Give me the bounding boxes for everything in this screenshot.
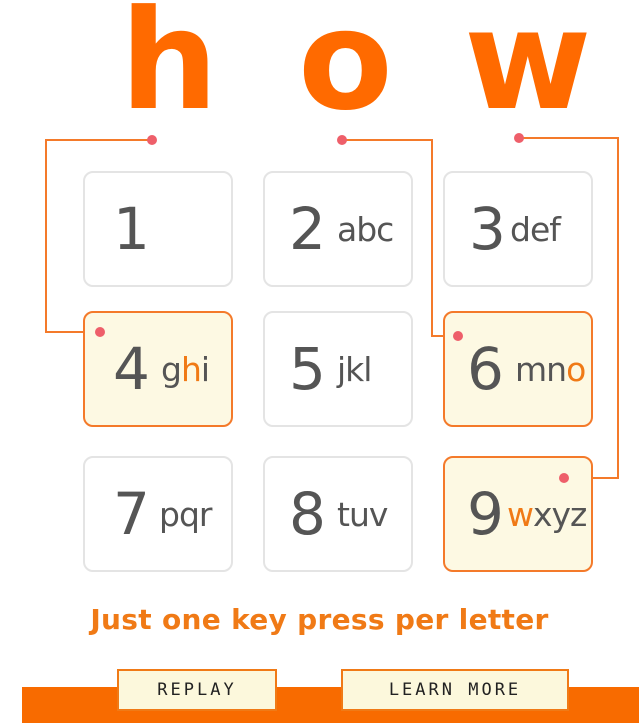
key-letters: pqr [159, 495, 212, 534]
key-digit: 6 [467, 335, 504, 403]
key-letters: def [510, 210, 561, 249]
marker-dot-key-6 [453, 331, 463, 341]
tagline: Just one key press per letter [90, 603, 549, 636]
key-4[interactable]: 4 ghi [83, 311, 233, 427]
marker-dot-key-4 [95, 327, 105, 337]
key-1[interactable]: 1 [83, 171, 233, 287]
key-digit: 1 [113, 195, 150, 263]
key-9[interactable]: 9 wxyz [443, 456, 593, 572]
marker-dot-h [147, 135, 157, 145]
learn-more-button[interactable]: LEARN MORE [341, 669, 569, 711]
key-letters: ghi [161, 350, 210, 389]
key-8[interactable]: 8 tuv [263, 456, 413, 572]
key-digit: 2 [289, 195, 326, 263]
key-5[interactable]: 5 jkl [263, 311, 413, 427]
key-digit: 3 [469, 195, 506, 263]
key-digit: 4 [113, 335, 150, 403]
key-digit: 9 [467, 480, 504, 548]
key-letters: tuv [337, 495, 388, 534]
marker-dot-o [337, 135, 347, 145]
key-digit: 8 [289, 480, 326, 548]
marker-dot-w [514, 133, 524, 143]
key-letters: wxyz [507, 495, 587, 534]
key-3[interactable]: 3 def [443, 171, 593, 287]
key-digit: 5 [289, 335, 326, 403]
key-7[interactable]: 7 pqr [83, 456, 233, 572]
key-letters: jkl [337, 350, 372, 389]
key-2[interactable]: 2 abc [263, 171, 413, 287]
key-letters: abc [337, 210, 394, 249]
key-6[interactable]: 6 mno [443, 311, 593, 427]
key-letters: mno [515, 350, 586, 389]
replay-button[interactable]: REPLAY [117, 669, 277, 711]
marker-dot-key-9 [559, 473, 569, 483]
key-digit: 7 [113, 480, 150, 548]
